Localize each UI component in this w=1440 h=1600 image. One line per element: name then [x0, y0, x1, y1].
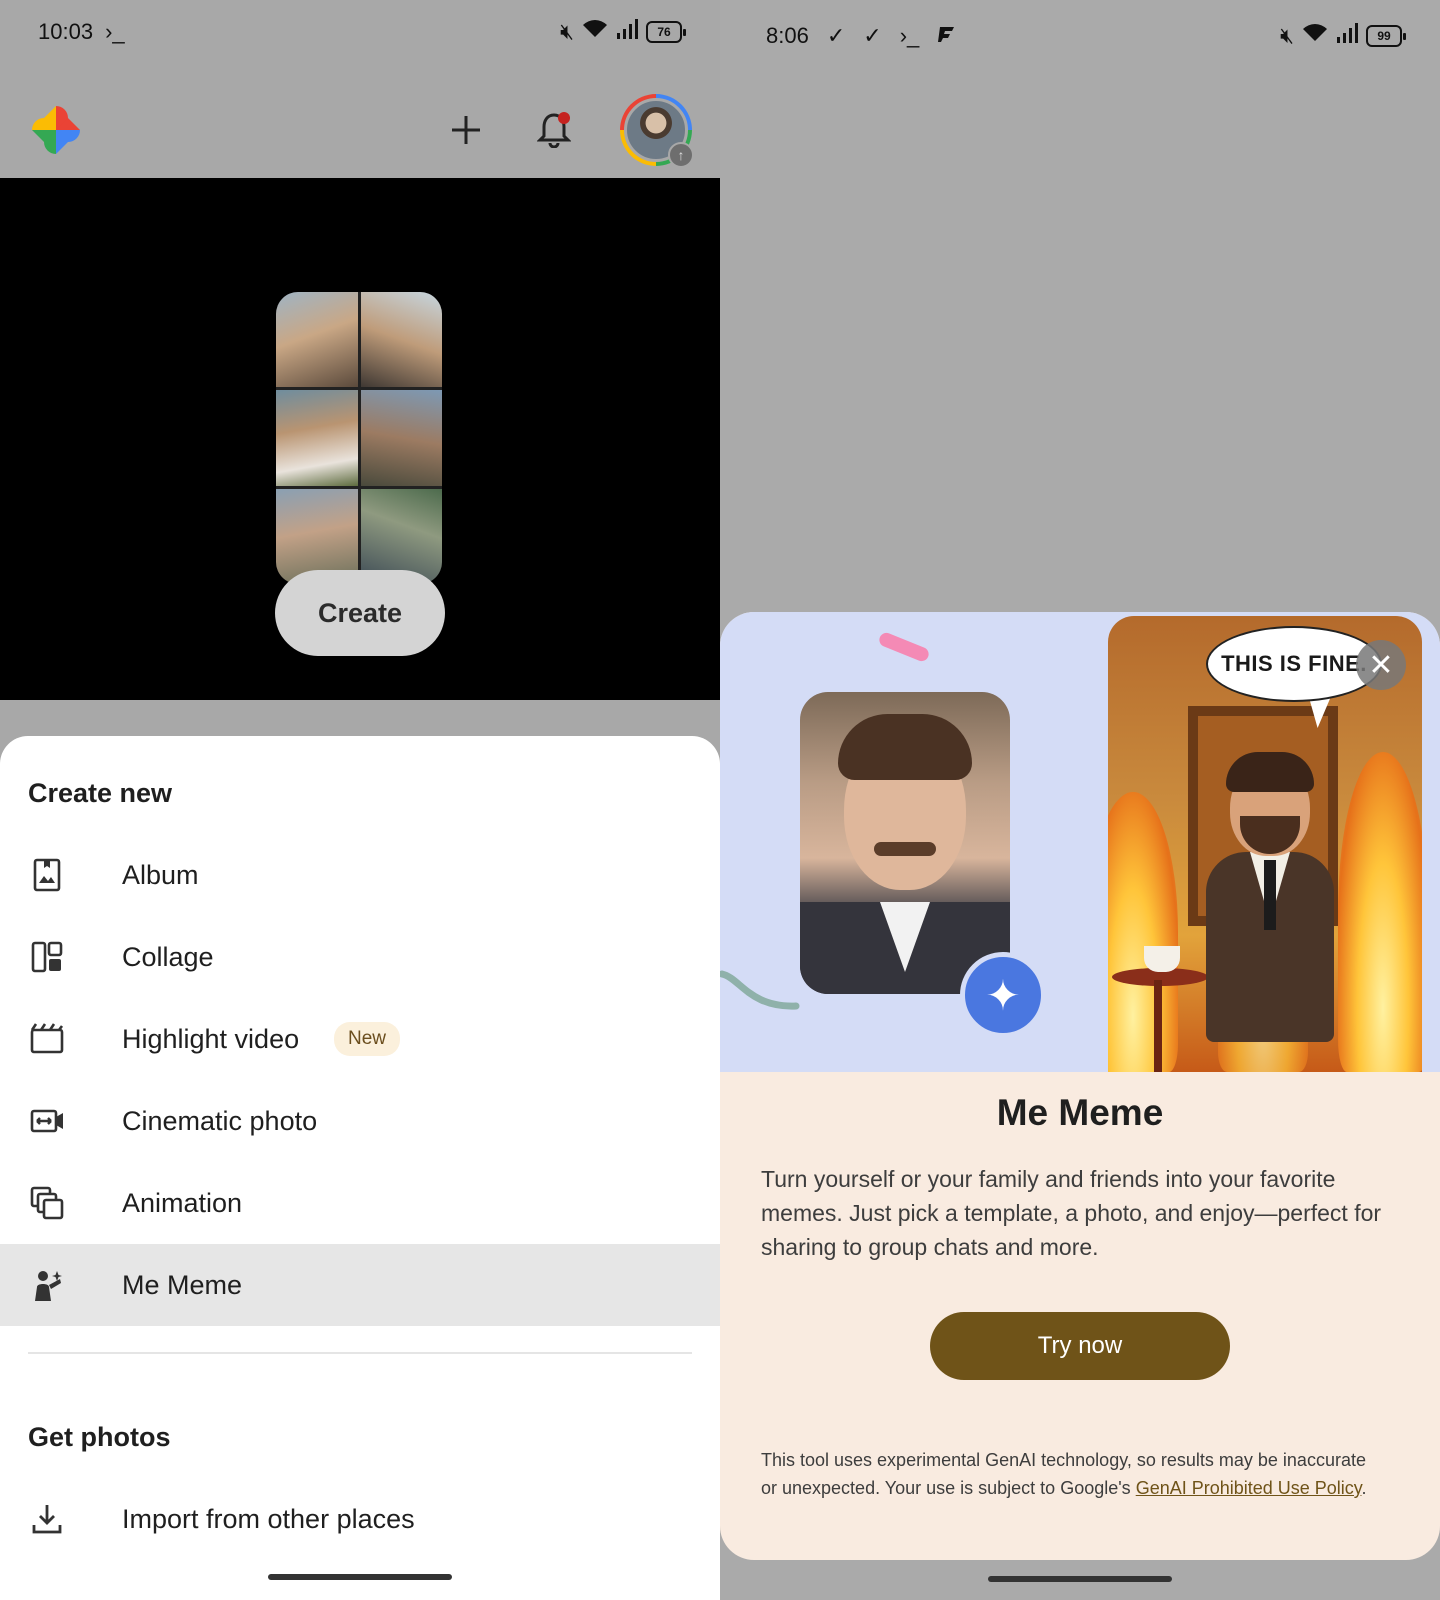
wifi-icon: [582, 19, 608, 45]
account-avatar[interactable]: ↑: [620, 94, 694, 168]
card-title: Me Meme: [996, 1092, 1164, 1133]
terminal-icon: ›_: [899, 23, 920, 48]
menu-item-highlight-video[interactable]: Highlight video New: [0, 998, 720, 1080]
new-badge: New: [334, 1022, 401, 1056]
policy-link[interactable]: GenAI Prohibited Use Policy: [1136, 1478, 1362, 1498]
status-time: 8:06: [766, 23, 809, 48]
collage-photo: [360, 390, 442, 486]
mute-icon: 🔇︎: [560, 19, 574, 44]
menu-label: Cinematic photo: [122, 1105, 318, 1136]
album-icon: [28, 856, 66, 894]
menu-item-collage[interactable]: Collage: [0, 916, 720, 998]
close-icon[interactable]: ✕: [1356, 640, 1406, 690]
mute-icon: 🔇︎: [1280, 23, 1294, 48]
menu-item-album[interactable]: Album: [0, 834, 720, 916]
divider: [28, 1352, 692, 1354]
collage-photo: [276, 292, 358, 388]
status-time: 10:03: [38, 19, 94, 44]
status-bar: 8:06 ✓ ✓ ›_ 🔇︎ 99: [720, 16, 1440, 56]
me-meme-promo-card: ✦ THIS IS FINE. ✕ Me Meme Turn yourself …: [720, 612, 1440, 1560]
menu-label: Me Meme: [122, 1269, 243, 1300]
animation-icon: [28, 1184, 66, 1222]
menu-label: Collage: [122, 941, 214, 972]
create-button[interactable]: Create: [275, 570, 445, 656]
disclaimer-end: .: [1361, 1478, 1367, 1498]
check-icon: ✓: [863, 23, 882, 48]
collage-preview: [276, 292, 442, 584]
bell-icon[interactable]: [532, 108, 576, 152]
get-photos-heading: Get photos: [28, 1422, 171, 1452]
status-bar: 10:03 ›_ 🔇︎ 76: [0, 12, 720, 52]
menu-label: Album: [122, 859, 199, 890]
signal-icon: [1336, 23, 1358, 49]
card-description: Turn yourself or your family and friends…: [761, 1166, 1382, 1260]
menu-label: Import from other places: [122, 1503, 415, 1534]
battery-icon: 76: [646, 21, 686, 43]
menu-item-animation[interactable]: Animation: [0, 1162, 720, 1244]
signal-icon: [616, 19, 638, 45]
gesture-nav-handle[interactable]: [988, 1576, 1172, 1582]
speech-bubble-text: THIS IS FINE.: [1221, 651, 1367, 676]
right-screen: 8:06 ✓ ✓ ›_ 🔇︎ 99 ✦ THIS IS FINE. ✕ Me M…: [720, 0, 1440, 1600]
menu-label: Animation: [122, 1187, 243, 1218]
collage-photo: [360, 292, 442, 388]
download-icon: [28, 1500, 66, 1538]
decorative-squiggle: [720, 970, 800, 1010]
wifi-icon: [1302, 23, 1328, 49]
me-meme-icon: [28, 1266, 66, 1304]
menu-item-import[interactable]: Import from other places: [0, 1478, 720, 1560]
app-notification-icon: [937, 23, 955, 49]
promo-illustration: ✦ THIS IS FINE. ✕: [720, 612, 1440, 1072]
coffee-cup: [1144, 946, 1180, 972]
gesture-nav-handle[interactable]: [268, 1574, 452, 1580]
notification-dot: [558, 112, 570, 124]
create-new-heading: Create new: [28, 778, 173, 808]
cinematic-icon: [28, 1102, 66, 1140]
google-photos-logo: [28, 102, 84, 158]
menu-item-cinematic-photo[interactable]: Cinematic photo: [0, 1080, 720, 1162]
menu-item-me-meme[interactable]: Me Meme: [0, 1244, 720, 1326]
collage-icon: [28, 938, 66, 976]
selfie-photo: [800, 692, 1010, 994]
decorative-squiggle: [877, 630, 931, 664]
check-icon: ✓: [826, 23, 846, 48]
backup-icon: ↑: [668, 142, 694, 168]
create-bottom-sheet: Create new Album Collage Highlight video…: [0, 736, 720, 1600]
create-promo: Create: [0, 178, 720, 700]
terminal-icon: ›_: [105, 19, 125, 44]
try-now-button[interactable]: Try now: [930, 1312, 1230, 1380]
sparkle-icon: ✦: [960, 952, 1046, 1038]
menu-label: Highlight video: [122, 1023, 300, 1054]
left-screen: 10:03 ›_ 🔇︎ 76 ↑ Create Create new Album…: [0, 0, 720, 1600]
clapperboard-icon: [28, 1020, 66, 1058]
plus-icon[interactable]: [444, 108, 488, 152]
app-header: ↑: [0, 80, 720, 180]
battery-icon: 99: [1366, 25, 1406, 47]
genai-disclaimer: This tool uses experimental GenAI techno…: [761, 1446, 1381, 1502]
collage-photo: [276, 390, 358, 486]
